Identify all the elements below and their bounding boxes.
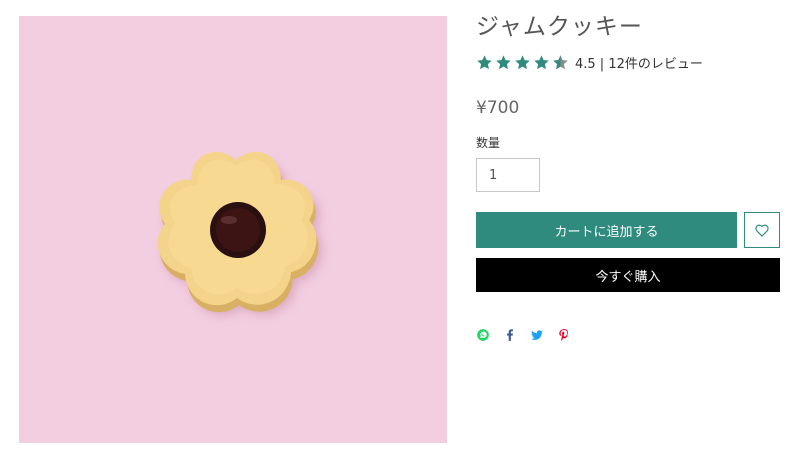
add-to-cart-button[interactable]: カートに追加する — [476, 212, 737, 248]
star-half-icon — [552, 54, 569, 71]
star-full-icon — [533, 54, 550, 71]
jam-cookie-illustration — [157, 151, 323, 316]
rating-summary[interactable]: 4.5 | 12件のレビュー — [575, 53, 703, 72]
whatsapp-icon[interactable] — [476, 328, 490, 342]
star-full-icon — [495, 54, 512, 71]
heart-icon — [755, 224, 769, 237]
star-full-icon — [476, 54, 493, 71]
twitter-icon[interactable] — [530, 328, 544, 342]
share-icons — [476, 328, 786, 342]
star-full-icon — [514, 54, 531, 71]
quantity-input[interactable] — [476, 158, 540, 192]
quantity-label: 数量 — [476, 136, 501, 150]
wishlist-button[interactable] — [744, 212, 780, 248]
cart-actions: カートに追加する — [476, 212, 786, 248]
product-title: ジャムクッキー — [476, 14, 643, 40]
rating-row[interactable]: 4.5 | 12件のレビュー — [476, 52, 786, 72]
facebook-icon[interactable] — [503, 328, 517, 342]
buy-now-button[interactable]: 今すぐ購入 — [476, 258, 780, 292]
product-info: ジャムクッキー 4.5 | 12件のレビュー ¥700 数量 1 カートに追加す… — [476, 12, 786, 342]
product-price: ¥700 — [476, 98, 520, 118]
product-image[interactable] — [19, 16, 447, 443]
rating-stars — [476, 54, 569, 71]
pinterest-icon[interactable] — [557, 328, 571, 342]
product-page: ジャムクッキー 4.5 | 12件のレビュー ¥700 数量 1 カートに追加す… — [0, 0, 800, 460]
